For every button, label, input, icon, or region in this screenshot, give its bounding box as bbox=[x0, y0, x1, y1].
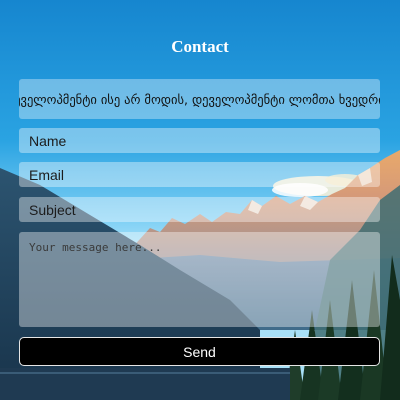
subject-field[interactable] bbox=[19, 197, 380, 222]
name-field[interactable] bbox=[19, 128, 380, 153]
send-button[interactable]: Send bbox=[19, 337, 380, 366]
message-field[interactable] bbox=[19, 232, 380, 327]
quote-banner: დეველოპმენტი ისე არ მოდის, დეველოპმენტი … bbox=[19, 79, 380, 119]
page-title: Contact bbox=[171, 37, 229, 56]
email-field[interactable] bbox=[19, 162, 380, 187]
contact-form-container: Contact დეველოპმენტი ისე არ მოდის, დეველ… bbox=[0, 0, 400, 400]
